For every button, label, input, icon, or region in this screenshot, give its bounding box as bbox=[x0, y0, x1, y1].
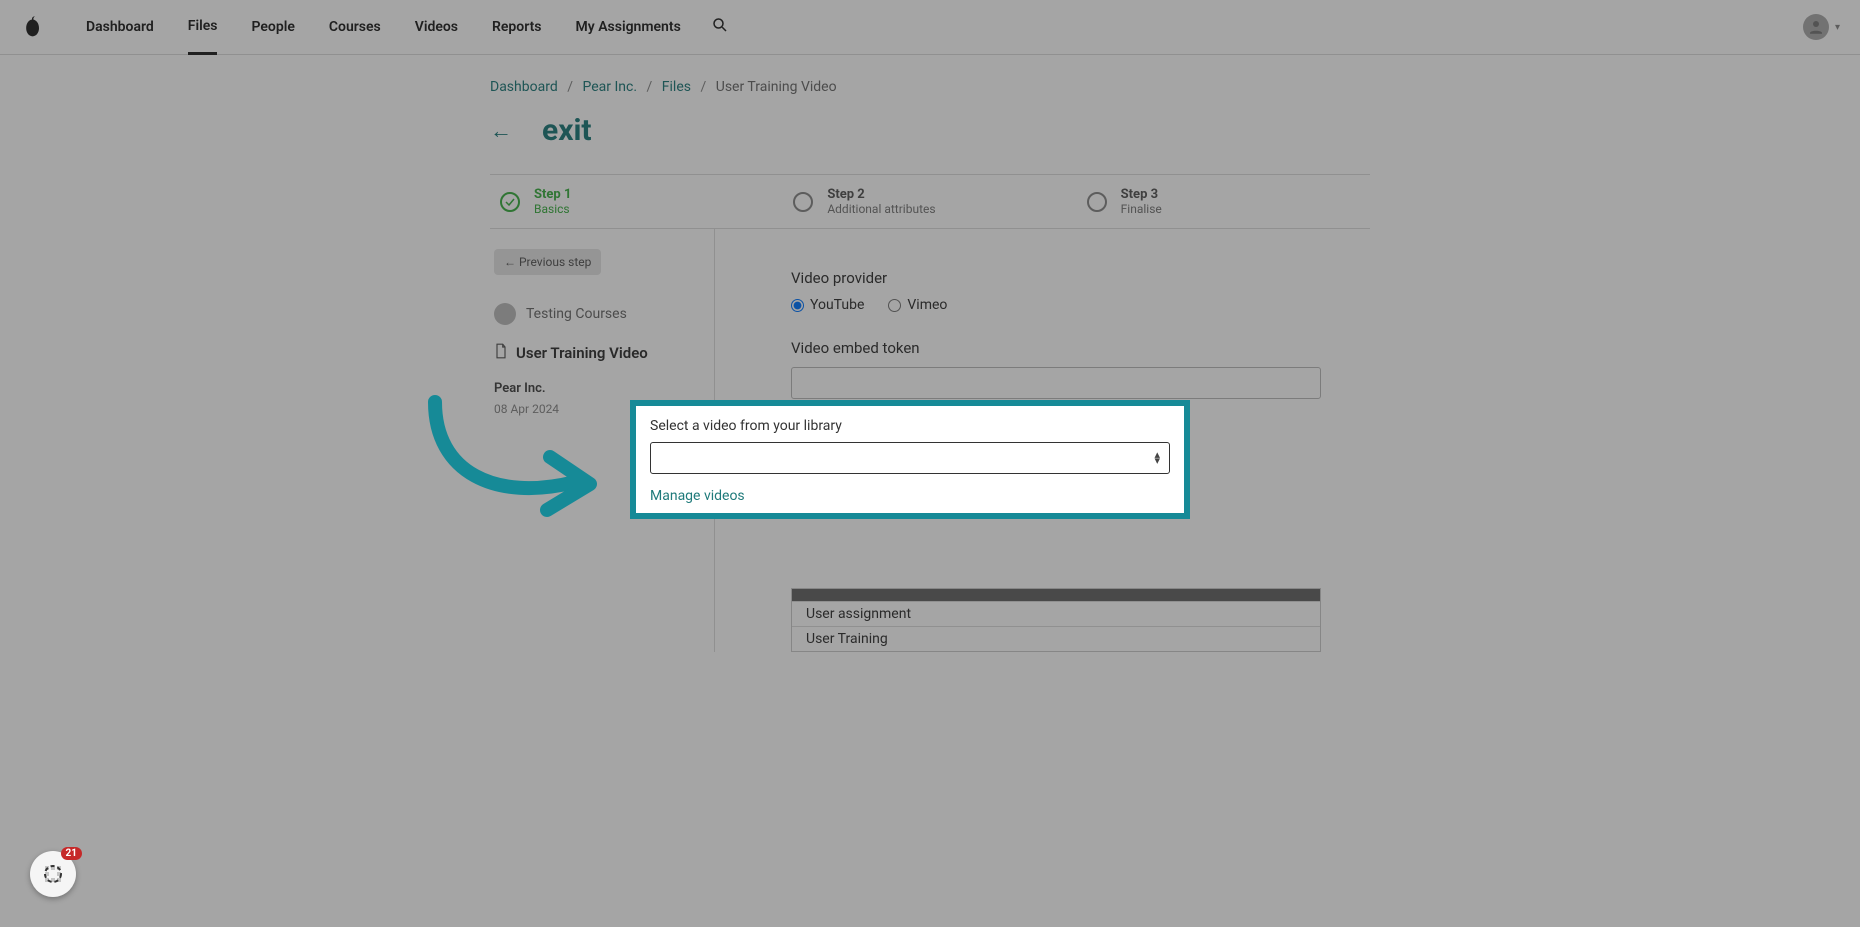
page-title: exit bbox=[542, 113, 592, 148]
step-1-sub: Basics bbox=[534, 202, 571, 216]
radio-vimeo[interactable] bbox=[888, 299, 901, 312]
step-3-sub: Finalise bbox=[1121, 202, 1162, 216]
step-1-title: Step 1 bbox=[534, 187, 571, 202]
nav-courses[interactable]: Courses bbox=[329, 1, 381, 53]
primary-nav: Dashboard Files People Courses Videos Re… bbox=[86, 0, 681, 55]
help-widget[interactable]: 21 bbox=[30, 851, 76, 897]
step-circle-icon bbox=[1087, 192, 1107, 212]
user-menu[interactable]: ▾ bbox=[1803, 14, 1840, 40]
breadcrumb-dashboard[interactable]: Dashboard bbox=[490, 79, 558, 95]
token-label: Video embed token bbox=[791, 339, 1370, 357]
breadcrumb: Dashboard / Pear Inc. / Files / User Tra… bbox=[490, 79, 1370, 95]
author-avatar-icon bbox=[494, 303, 516, 325]
breadcrumb-files[interactable]: Files bbox=[662, 79, 691, 95]
step-3-title: Step 3 bbox=[1121, 187, 1162, 202]
step-check-icon bbox=[500, 192, 520, 212]
provider-label: Video provider bbox=[791, 269, 1370, 287]
nav-my-assignments[interactable]: My Assignments bbox=[576, 1, 681, 53]
company-name: Pear Inc. bbox=[494, 381, 700, 396]
video-library-select[interactable] bbox=[650, 442, 1170, 474]
step-1[interactable]: Step 1 Basics bbox=[490, 175, 783, 228]
table-header bbox=[792, 589, 1320, 601]
assignment-table: User assignment User Training bbox=[791, 588, 1321, 652]
file-row: User Training Video bbox=[494, 343, 700, 363]
provider-vimeo-radio[interactable]: Vimeo bbox=[888, 297, 947, 313]
breadcrumb-company[interactable]: Pear Inc. bbox=[582, 79, 637, 95]
author-row: Testing Courses bbox=[494, 303, 700, 325]
avatar-icon bbox=[1803, 14, 1829, 40]
table-row[interactable]: User Training bbox=[792, 626, 1320, 651]
highlight-callout: Select a video from your library ▴▾ Mana… bbox=[630, 400, 1190, 519]
step-2-sub: Additional attributes bbox=[827, 202, 935, 216]
manage-videos-link[interactable]: Manage videos bbox=[650, 488, 745, 504]
provider-youtube-radio[interactable]: YouTube bbox=[791, 297, 864, 313]
file-name: User Training Video bbox=[516, 344, 648, 362]
nav-people[interactable]: People bbox=[251, 1, 294, 53]
back-arrow-icon[interactable]: ← bbox=[490, 118, 512, 144]
breadcrumb-current: User Training Video bbox=[716, 79, 837, 95]
author-name: Testing Courses bbox=[526, 306, 627, 322]
select-video-label: Select a video from your library bbox=[650, 418, 1170, 434]
top-nav: Dashboard Files People Courses Videos Re… bbox=[0, 0, 1860, 55]
app-logo bbox=[18, 13, 46, 41]
radio-vimeo-label: Vimeo bbox=[907, 297, 947, 313]
nav-files[interactable]: Files bbox=[188, 0, 218, 55]
table-row[interactable]: User assignment bbox=[792, 601, 1320, 626]
previous-step-button[interactable]: ← Previous step bbox=[494, 249, 601, 275]
file-icon bbox=[494, 343, 508, 363]
nav-reports[interactable]: Reports bbox=[492, 1, 542, 53]
help-badge-count: 21 bbox=[61, 847, 82, 860]
search-icon[interactable] bbox=[711, 16, 729, 38]
nav-videos[interactable]: Videos bbox=[415, 1, 458, 53]
stepper: Step 1 Basics Step 2 Additional attribut… bbox=[490, 175, 1370, 229]
nav-dashboard[interactable]: Dashboard bbox=[86, 1, 154, 53]
radio-youtube[interactable] bbox=[791, 299, 804, 312]
step-3[interactable]: Step 3 Finalise bbox=[1077, 175, 1370, 228]
token-input[interactable] bbox=[791, 367, 1321, 399]
radio-youtube-label: YouTube bbox=[810, 297, 864, 313]
step-2[interactable]: Step 2 Additional attributes bbox=[783, 175, 1076, 228]
step-2-title: Step 2 bbox=[827, 187, 935, 202]
chevron-down-icon: ▾ bbox=[1835, 22, 1840, 33]
step-circle-icon bbox=[793, 192, 813, 212]
